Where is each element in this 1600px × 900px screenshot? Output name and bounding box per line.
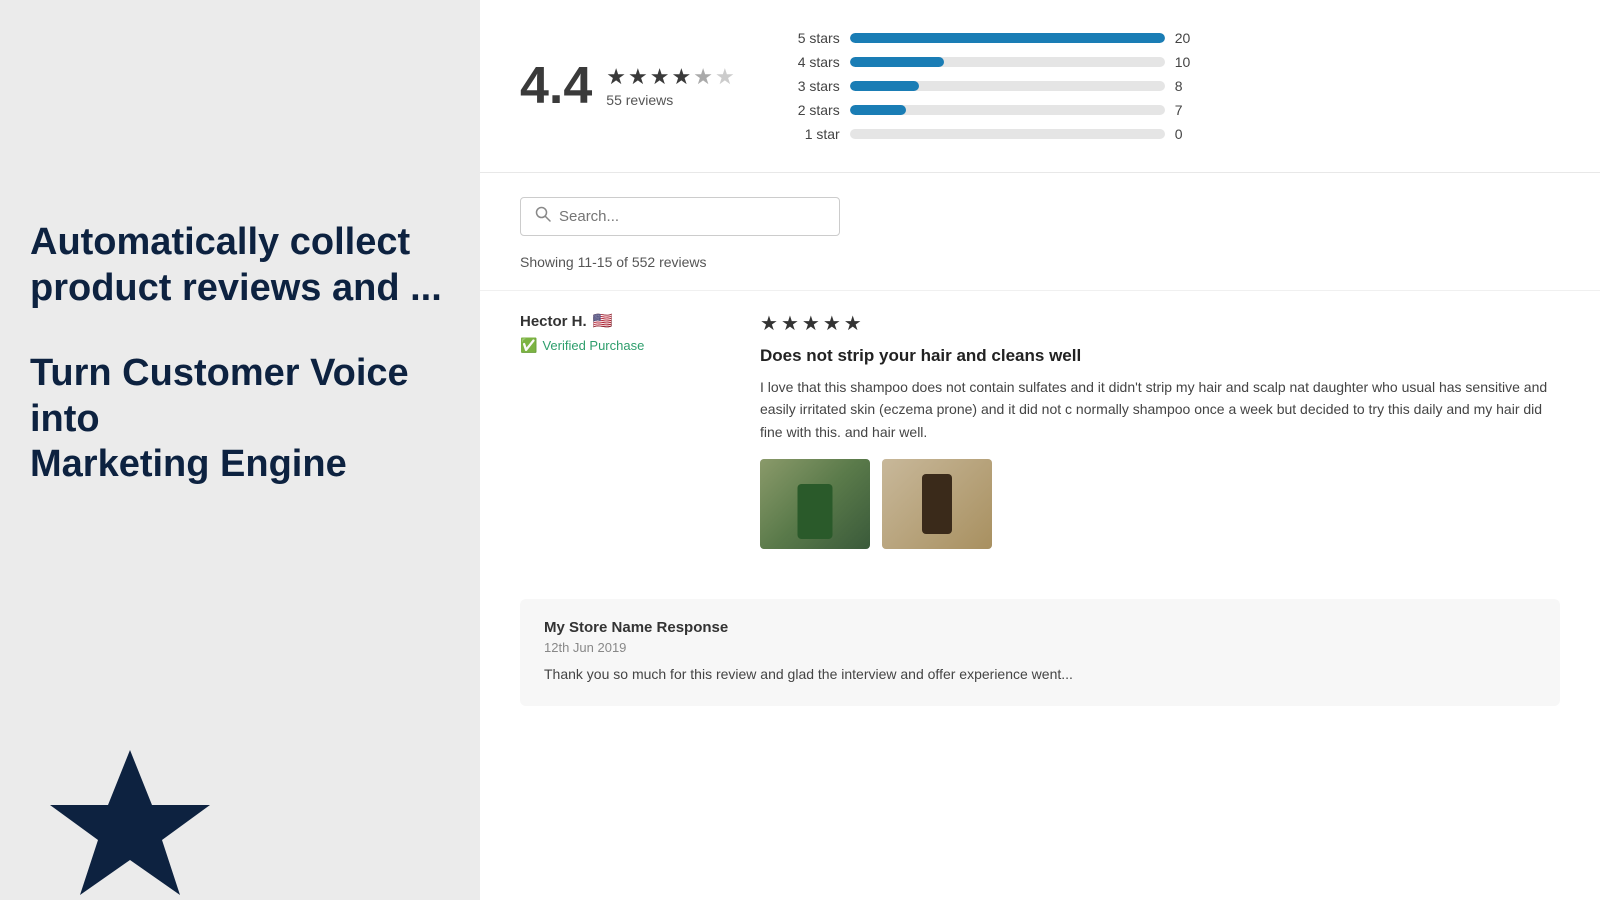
review-star-1: ★ <box>760 311 778 336</box>
search-input[interactable] <box>559 208 825 225</box>
showing-text: Showing 11-15 of 552 reviews <box>480 246 1600 290</box>
verified-badge: ✅ Verified Purchase <box>520 337 720 354</box>
star-5-half: ★ <box>693 64 713 90</box>
heading-voice: Turn Customer Voice into Marketing Engin… <box>30 351 450 488</box>
bar-label-1: 1 star <box>795 126 840 142</box>
verified-text: Verified Purchase <box>542 338 644 353</box>
stars-row: ★ ★ ★ ★ ★ ★ <box>606 64 734 90</box>
rating-big: 4.4 ★ ★ ★ ★ ★ ★ 55 reviews <box>520 56 735 116</box>
product-image-2 <box>882 459 992 549</box>
bar-row-4: 4 stars 10 <box>795 54 1195 70</box>
bar-count-4: 10 <box>1175 54 1195 70</box>
review-star-2: ★ <box>781 311 799 336</box>
search-icon <box>535 206 551 227</box>
heading-collect: Automatically collect product reviews an… <box>30 220 450 311</box>
star-2: ★ <box>628 64 648 90</box>
reviewer-flag: 🇺🇸 <box>593 311 613 331</box>
star-1: ★ <box>606 64 626 90</box>
review-image-1[interactable] <box>760 459 870 549</box>
bar-label-4: 4 stars <box>795 54 840 70</box>
bar-label-3: 3 stars <box>795 78 840 94</box>
review-star-4: ★ <box>823 311 841 336</box>
product-image-1 <box>760 459 870 549</box>
bar-fill-3 <box>850 81 919 91</box>
reviewer-info: Hector H. 🇺🇸 ✅ Verified Purchase <box>520 311 720 549</box>
bar-count-2: 7 <box>1175 102 1195 118</box>
bar-track-1 <box>850 129 1165 139</box>
verified-check-icon: ✅ <box>520 337 537 354</box>
review-text: I love that this shampoo does not contai… <box>760 376 1560 443</box>
bar-track-3 <box>850 81 1165 91</box>
store-response-date: 12th Jun 2019 <box>544 640 1536 655</box>
bar-track-2 <box>850 105 1165 115</box>
review-image-2[interactable] <box>882 459 992 549</box>
bar-count-5: 20 <box>1175 30 1195 46</box>
bar-track-5 <box>850 33 1165 43</box>
heading-voice-line2: Marketing Engine <box>30 443 347 485</box>
bar-label-5: 5 stars <box>795 30 840 46</box>
bar-row-2: 2 stars 7 <box>795 102 1195 118</box>
bar-count-1: 0 <box>1175 126 1195 142</box>
review-main: Hector H. 🇺🇸 ✅ Verified Purchase ★ ★ ★ ★… <box>520 311 1560 549</box>
search-area <box>480 173 1600 246</box>
bar-count-3: 8 <box>1175 78 1195 94</box>
review-star-3: ★ <box>802 311 820 336</box>
bar-row-5: 5 stars 20 <box>795 30 1195 46</box>
star-4: ★ <box>672 64 692 90</box>
bar-label-2: 2 stars <box>795 102 840 118</box>
rating-summary: 4.4 ★ ★ ★ ★ ★ ★ 55 reviews 5 stars <box>480 0 1600 173</box>
heading-voice-line1: Turn Customer Voice into <box>30 352 409 440</box>
star-6-empty: ★ <box>715 64 735 90</box>
review-title: Does not strip your hair and cleans well <box>760 346 1560 366</box>
review-star-5: ★ <box>844 311 862 336</box>
store-response: My Store Name Response 12th Jun 2019 Tha… <box>520 599 1560 705</box>
heading-collect-line1: Automatically collect <box>30 221 410 263</box>
review-count: 55 reviews <box>606 92 734 108</box>
reviewer-name: Hector H. 🇺🇸 <box>520 311 720 331</box>
bar-fill-4 <box>850 57 945 67</box>
store-response-title: My Store Name Response <box>544 619 1536 636</box>
right-panel: 4.4 ★ ★ ★ ★ ★ ★ 55 reviews 5 stars <box>480 0 1600 900</box>
review-item: Hector H. 🇺🇸 ✅ Verified Purchase ★ ★ ★ ★… <box>480 290 1600 579</box>
review-stars: ★ ★ ★ ★ ★ <box>760 311 1560 336</box>
reviewer-name-text: Hector H. <box>520 313 587 330</box>
bar-track-4 <box>850 57 1165 67</box>
rating-stars-count: ★ ★ ★ ★ ★ ★ 55 reviews <box>606 64 734 108</box>
bar-row-1: 1 star 0 <box>795 126 1195 142</box>
bar-fill-2 <box>850 105 907 115</box>
star-decoration <box>40 740 220 900</box>
left-panel: Automatically collect product reviews an… <box>0 0 480 900</box>
rating-score: 4.4 <box>520 56 592 116</box>
review-images <box>760 459 1560 549</box>
review-content: ★ ★ ★ ★ ★ Does not strip your hair and c… <box>760 311 1560 549</box>
store-response-text: Thank you so much for this review and gl… <box>544 663 1536 685</box>
search-box[interactable] <box>520 197 840 236</box>
heading-collect-line2: product reviews and ... <box>30 267 442 309</box>
rating-bars: 5 stars 20 4 stars 10 3 stars 8 <box>795 30 1195 142</box>
bar-row-3: 3 stars 8 <box>795 78 1195 94</box>
bar-fill-5 <box>850 33 1165 43</box>
star-3: ★ <box>650 64 670 90</box>
